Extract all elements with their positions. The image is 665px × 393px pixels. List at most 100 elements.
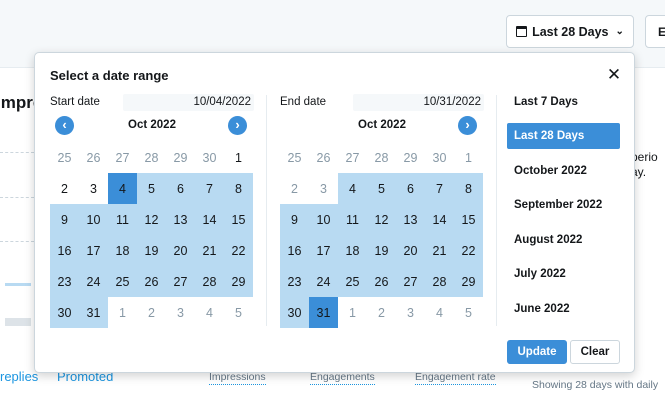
start-day-cell[interactable]: 13 [166, 204, 195, 235]
preset-option[interactable]: September 2022 [507, 192, 620, 218]
end-day-cell[interactable]: 5 [367, 173, 396, 204]
start-day-cell[interactable]: 30 [50, 297, 79, 328]
end-day-cell[interactable]: 1 [338, 297, 367, 328]
end-day-cell[interactable]: 4 [338, 173, 367, 204]
start-day-cell[interactable]: 22 [224, 235, 253, 266]
start-day-cell[interactable]: 11 [108, 204, 137, 235]
start-day-cell[interactable]: 23 [50, 266, 79, 297]
end-day-cell[interactable]: 17 [309, 235, 338, 266]
end-day-cell[interactable]: 26 [367, 266, 396, 297]
end-day-cell[interactable]: 30 [425, 142, 454, 173]
start-day-cell[interactable]: 25 [50, 142, 79, 173]
start-day-cell[interactable]: 4 [195, 297, 224, 328]
date-range-button[interactable]: Last 28 Days ⌄ [506, 15, 634, 48]
chevron-right-icon[interactable]: › [228, 116, 247, 135]
end-day-cell[interactable]: 26 [309, 142, 338, 173]
end-day-cell[interactable]: 3 [396, 297, 425, 328]
end-day-cell[interactable]: 20 [396, 235, 425, 266]
start-day-cell[interactable]: 8 [224, 173, 253, 204]
start-day-cell[interactable]: 12 [137, 204, 166, 235]
end-day-cell[interactable]: 13 [396, 204, 425, 235]
start-day-cell[interactable]: 10 [79, 204, 108, 235]
start-day-cell[interactable]: 3 [166, 297, 195, 328]
start-day-cell[interactable]: 27 [166, 266, 195, 297]
end-day-cell[interactable]: 24 [309, 266, 338, 297]
end-day-cell[interactable]: 9 [280, 204, 309, 235]
start-day-cell[interactable]: 17 [79, 235, 108, 266]
end-day-cell[interactable]: 27 [396, 266, 425, 297]
end-day-cell[interactable]: 23 [280, 266, 309, 297]
end-day-cell[interactable]: 28 [425, 266, 454, 297]
start-day-cell[interactable]: 28 [195, 266, 224, 297]
start-day-cell[interactable]: 5 [137, 173, 166, 204]
end-day-cell[interactable]: 5 [454, 297, 483, 328]
end-day-cell[interactable]: 8 [454, 173, 483, 204]
end-day-cell[interactable]: 2 [367, 297, 396, 328]
end-day-cell[interactable]: 12 [367, 204, 396, 235]
end-day-cell[interactable]: 2 [280, 173, 309, 204]
start-day-cell[interactable]: 31 [79, 297, 108, 328]
end-day-cell[interactable]: 21 [425, 235, 454, 266]
end-day-cell[interactable]: 22 [454, 235, 483, 266]
end-day-cell[interactable]: 18 [338, 235, 367, 266]
chevron-left-icon[interactable]: ‹ [55, 116, 74, 135]
end-day-cell[interactable]: 19 [367, 235, 396, 266]
end-day-cell[interactable]: 16 [280, 235, 309, 266]
start-day-cell[interactable]: 4 [108, 173, 137, 204]
start-day-cell[interactable]: 30 [195, 142, 224, 173]
start-day-cell[interactable]: 25 [108, 266, 137, 297]
start-day-cell[interactable]: 29 [166, 142, 195, 173]
end-day-cell[interactable]: 31 [309, 297, 338, 328]
preset-option[interactable]: Last 7 Days [507, 89, 620, 115]
tab-impressions[interactable]: Impressions [209, 371, 266, 385]
close-icon[interactable]: ✕ [606, 66, 622, 83]
end-day-cell[interactable]: 28 [367, 142, 396, 173]
chevron-right-icon[interactable]: › [458, 116, 477, 135]
start-day-cell[interactable]: 20 [166, 235, 195, 266]
end-day-cell[interactable]: 14 [425, 204, 454, 235]
start-day-cell[interactable]: 16 [50, 235, 79, 266]
start-day-cell[interactable]: 6 [166, 173, 195, 204]
start-day-cell[interactable]: 2 [50, 173, 79, 204]
end-day-cell[interactable]: 11 [338, 204, 367, 235]
end-day-cell[interactable]: 25 [280, 142, 309, 173]
end-day-cell[interactable]: 29 [396, 142, 425, 173]
end-day-cell[interactable]: 27 [338, 142, 367, 173]
clear-button[interactable]: Clear [570, 340, 620, 364]
start-day-cell[interactable]: 19 [137, 235, 166, 266]
tab-engagement-rate[interactable]: Engagement rate [415, 371, 496, 385]
start-day-cell[interactable]: 18 [108, 235, 137, 266]
start-day-cell[interactable]: 7 [195, 173, 224, 204]
end-date-input[interactable]: 10/31/2022 [353, 94, 484, 111]
start-day-cell[interactable]: 14 [195, 204, 224, 235]
link-replies[interactable]: replies [0, 369, 38, 384]
end-day-cell[interactable]: 4 [425, 297, 454, 328]
tab-engagements[interactable]: Engagements [310, 371, 375, 385]
start-day-cell[interactable]: 1 [224, 142, 253, 173]
export-button[interactable]: E [645, 15, 665, 48]
start-day-cell[interactable]: 2 [137, 297, 166, 328]
end-day-cell[interactable]: 6 [396, 173, 425, 204]
end-day-cell[interactable]: 30 [280, 297, 309, 328]
end-day-cell[interactable]: 15 [454, 204, 483, 235]
start-day-cell[interactable]: 26 [137, 266, 166, 297]
start-day-cell[interactable]: 27 [108, 142, 137, 173]
end-day-cell[interactable]: 7 [425, 173, 454, 204]
start-day-cell[interactable]: 5 [224, 297, 253, 328]
start-day-cell[interactable]: 15 [224, 204, 253, 235]
start-day-cell[interactable]: 3 [79, 173, 108, 204]
end-day-cell[interactable]: 10 [309, 204, 338, 235]
preset-option[interactable]: August 2022 [507, 227, 620, 253]
preset-option[interactable]: July 2022 [507, 261, 620, 287]
start-day-cell[interactable]: 9 [50, 204, 79, 235]
start-day-cell[interactable]: 29 [224, 266, 253, 297]
end-day-cell[interactable]: 3 [309, 173, 338, 204]
preset-option[interactable]: Last 28 Days [507, 123, 620, 149]
end-day-cell[interactable]: 25 [338, 266, 367, 297]
preset-option[interactable]: June 2022 [507, 296, 620, 322]
start-date-input[interactable]: 10/04/2022 [123, 94, 254, 111]
start-day-cell[interactable]: 26 [79, 142, 108, 173]
end-day-cell[interactable]: 1 [454, 142, 483, 173]
update-button[interactable]: Update [507, 340, 567, 364]
start-day-cell[interactable]: 28 [137, 142, 166, 173]
